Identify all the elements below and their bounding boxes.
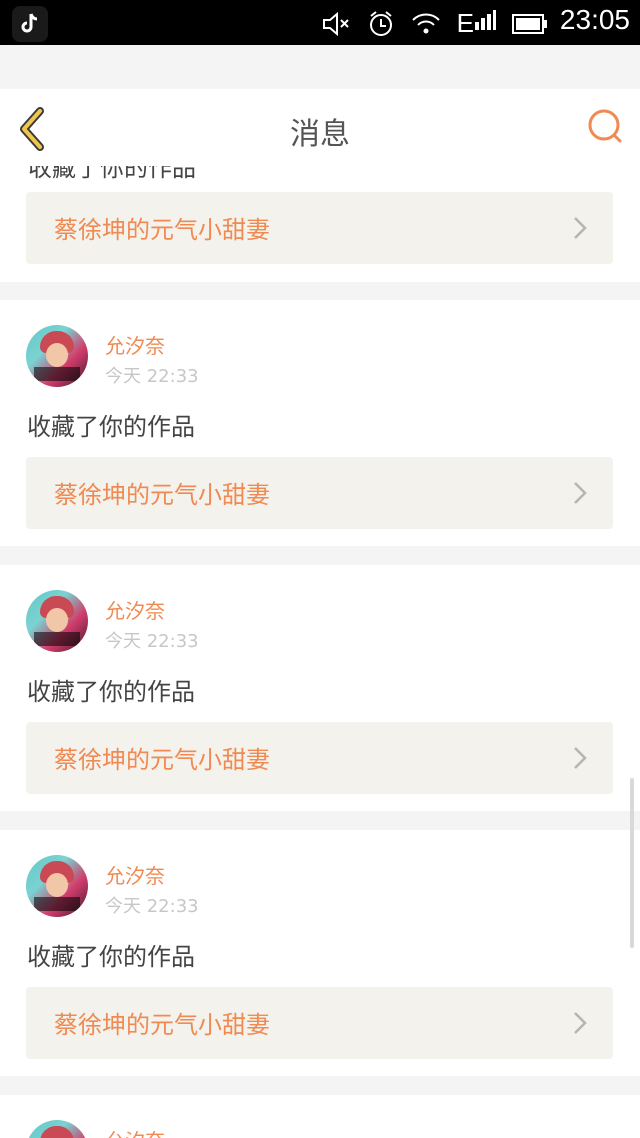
work-link[interactable]: 蔡徐坤的元气小甜妻 <box>26 192 613 264</box>
timestamp: 今天 22:33 <box>105 896 199 917</box>
notification-card-partial: 收藏了你的作品 蔡徐坤的元气小甜妻 <box>0 166 640 282</box>
status-time: 23:05 <box>559 4 630 35</box>
chevron-right-icon <box>574 1012 587 1034</box>
action-text: 收藏了你的作品 <box>27 678 195 706</box>
username[interactable]: 允汐奈 <box>105 330 165 359</box>
scrollbar[interactable] <box>630 778 634 948</box>
header-spacer <box>0 45 640 89</box>
work-link[interactable]: 蔡徐坤的元气小甜妻 <box>26 987 613 1059</box>
avatar[interactable] <box>26 1120 88 1138</box>
username[interactable]: 允汐奈 <box>105 1125 165 1138</box>
nav-bar: 消息 <box>0 89 640 167</box>
username[interactable]: 允汐奈 <box>105 860 165 889</box>
avatar[interactable] <box>26 855 88 917</box>
notification-card: 允汐奈 今天 22:33 收藏了你的作品 蔡徐坤的元气小甜妻 <box>0 300 640 546</box>
battery-icon <box>512 13 548 35</box>
status-icons: E <box>321 8 548 39</box>
work-link[interactable]: 蔡徐坤的元气小甜妻 <box>26 722 613 794</box>
notification-card-partial: 允汐奈 <box>0 1095 640 1138</box>
timestamp: 今天 22:33 <box>105 366 199 387</box>
action-text: 收藏了你的作品 <box>28 166 196 182</box>
notification-card: 允汐奈 今天 22:33 收藏了你的作品 蔡徐坤的元气小甜妻 <box>0 565 640 811</box>
search-icon <box>588 109 622 143</box>
username[interactable]: 允汐奈 <box>105 595 165 624</box>
work-title: 蔡徐坤的元气小甜妻 <box>54 216 270 244</box>
chevron-right-icon <box>574 217 587 239</box>
avatar[interactable] <box>26 325 88 387</box>
wifi-icon <box>411 12 441 36</box>
page-title: 消息 <box>290 117 350 152</box>
timestamp: 今天 22:33 <box>105 631 199 652</box>
action-text: 收藏了你的作品 <box>27 943 195 971</box>
status-bar: E 23:05 <box>0 0 640 45</box>
action-text: 收藏了你的作品 <box>27 413 195 441</box>
chevron-right-icon <box>574 482 587 504</box>
alarm-icon <box>367 10 395 38</box>
notification-card: 允汐奈 今天 22:33 收藏了你的作品 蔡徐坤的元气小甜妻 <box>0 830 640 1076</box>
avatar[interactable] <box>26 590 88 652</box>
work-title: 蔡徐坤的元气小甜妻 <box>54 746 270 774</box>
tiktok-app-icon <box>12 6 48 42</box>
search-button[interactable] <box>586 107 626 147</box>
work-title: 蔡徐坤的元气小甜妻 <box>54 481 270 509</box>
chevron-right-icon <box>574 747 587 769</box>
mute-icon <box>321 11 351 37</box>
notification-list[interactable]: 收藏了你的作品 蔡徐坤的元气小甜妻 允汐奈 今天 22:33 收藏了你的作品 蔡… <box>0 166 640 1138</box>
work-link[interactable]: 蔡徐坤的元气小甜妻 <box>26 457 613 529</box>
work-title: 蔡徐坤的元气小甜妻 <box>54 1011 270 1039</box>
signal-icon: E <box>457 8 496 39</box>
